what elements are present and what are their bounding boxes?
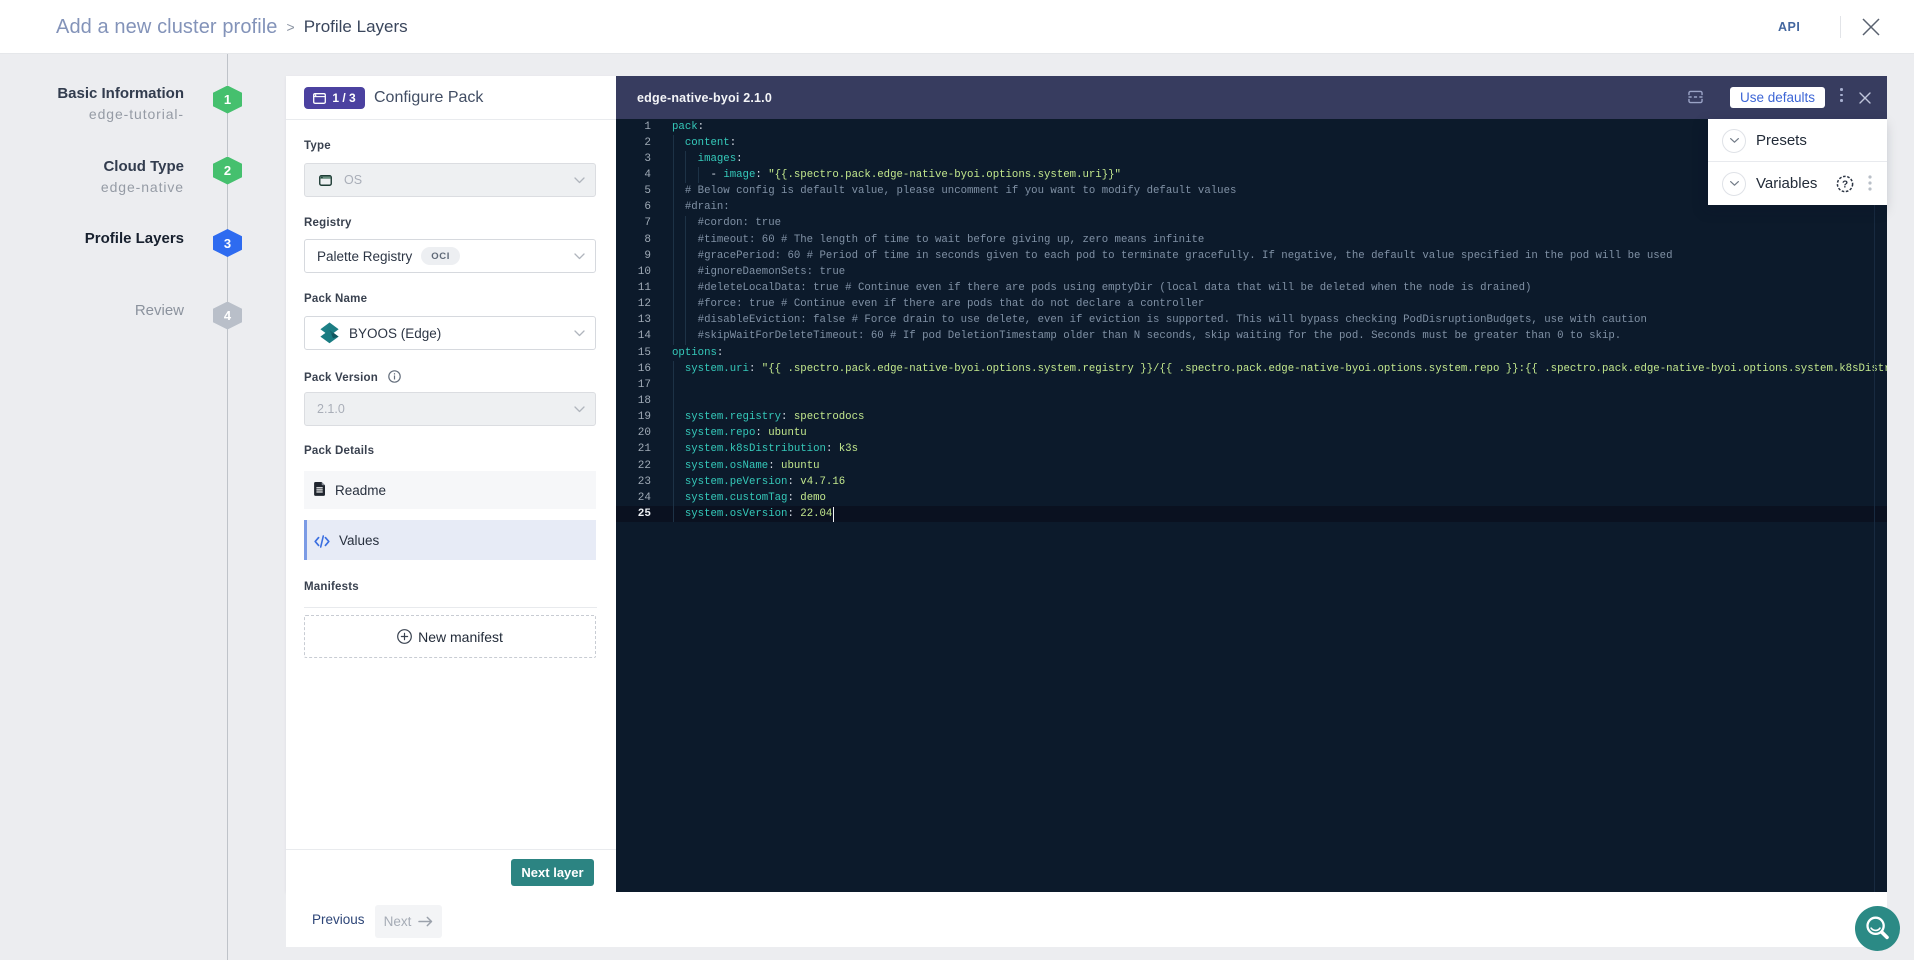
- svg-text:?: ?: [1842, 180, 1848, 191]
